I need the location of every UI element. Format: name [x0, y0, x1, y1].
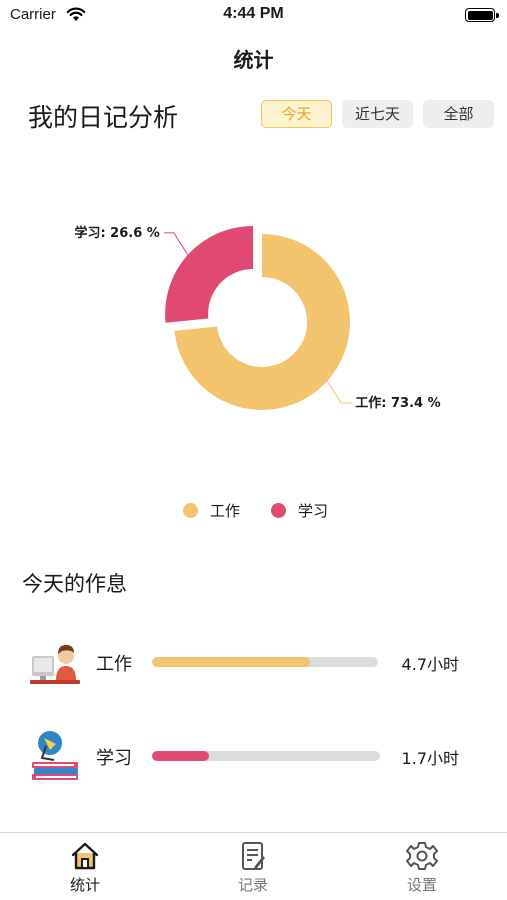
progress-bar-work: [152, 657, 378, 667]
donut-leader-study: [163, 232, 189, 256]
page-title: 统计: [233, 48, 274, 72]
donut-label-work: 工作: 73.4 %: [355, 395, 440, 411]
legend-work-swatch: [183, 502, 198, 518]
routine-title: 今天的作息: [22, 572, 127, 596]
routine-row-study: 学习 1.7小时: [0, 728, 507, 788]
study-lamp-books-icon: [32, 731, 78, 780]
tab-records[interactable]: 记录: [213, 841, 293, 895]
tab-settings[interactable]: 设置: [382, 841, 462, 895]
routine-label-work: 工作: [96, 654, 132, 675]
status-time: 4:44 PM: [223, 5, 284, 22]
segment-today[interactable]: 今天: [261, 100, 332, 128]
notes-edit-icon: [242, 842, 265, 870]
routine-value-work: 4.7小时: [401, 655, 459, 674]
legend-study-swatch: [271, 502, 286, 518]
tab-settings-label: 设置: [406, 876, 437, 894]
progress-fill-work: [152, 657, 311, 667]
legend-work-label: 工作: [210, 501, 241, 520]
progress-fill-study: [152, 751, 209, 761]
home-icon: [71, 842, 99, 870]
battery-icon: [465, 8, 499, 22]
diary-donut-chart: 工作: 73.4 % 学习: 26.6 %: [74, 225, 440, 411]
tab-statistics[interactable]: 统计: [45, 841, 125, 895]
gear-icon: [406, 842, 438, 870]
legend-item-study[interactable]: 学习: [271, 500, 328, 520]
donut-label-study: 学习: 26.6 %: [74, 225, 159, 241]
routine-label-study: 学习: [96, 748, 132, 769]
legend-study-label: 学习: [298, 501, 329, 520]
progress-bar-study: [152, 751, 380, 761]
tab-records-label: 记录: [237, 876, 268, 894]
segment-all[interactable]: 全部: [423, 100, 494, 128]
tab-bar: 统计 记录 设置: [0, 832, 507, 900]
segment-last-7-days[interactable]: 近七天: [342, 100, 413, 128]
status-bar: Carrier 4:44 PM: [0, 0, 507, 32]
donut-leader-work: [326, 380, 352, 404]
computer-worker-icon: [30, 645, 80, 684]
legend-item-work[interactable]: 工作: [183, 500, 240, 520]
routine-row-work: 工作 4.7小时: [0, 634, 507, 694]
routine-value-study: 1.7小时: [401, 749, 459, 768]
tab-statistics-label: 统计: [69, 876, 100, 894]
analysis-title: 我的日记分析: [28, 103, 179, 132]
